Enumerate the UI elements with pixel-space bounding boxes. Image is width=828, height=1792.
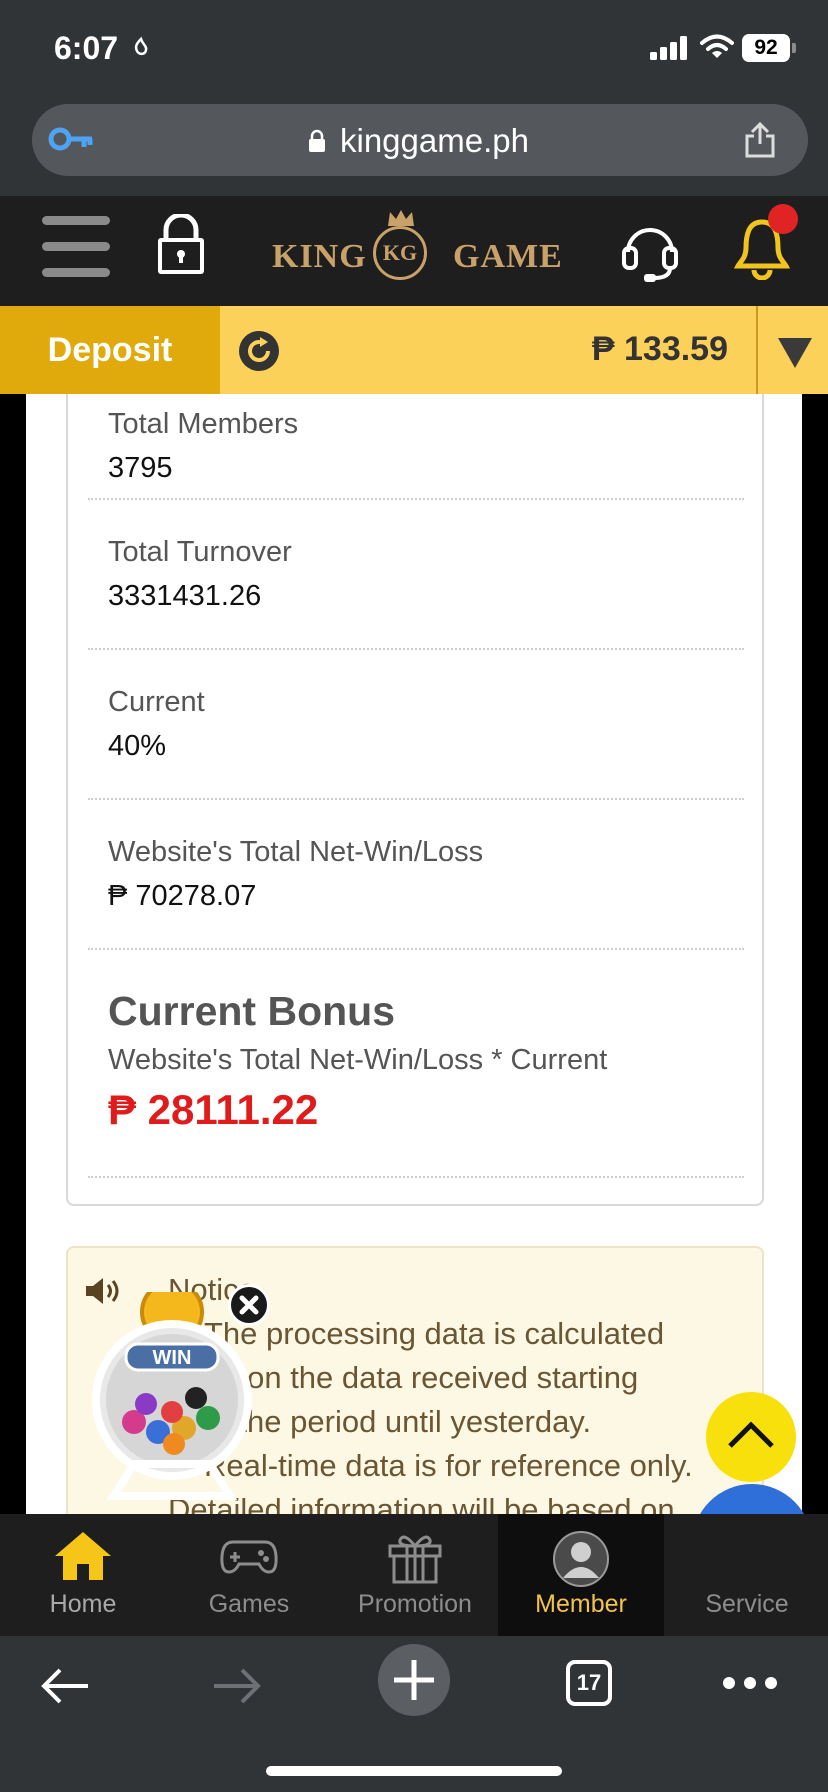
balance-dropdown-button[interactable] bbox=[756, 306, 828, 394]
key-icon[interactable] bbox=[48, 126, 94, 152]
scroll-to-top-button[interactable] bbox=[706, 1392, 796, 1482]
tab-games[interactable]: Games bbox=[166, 1514, 332, 1636]
battery-level: 92 bbox=[742, 34, 790, 62]
status-bar: 6:07 92 bbox=[0, 0, 828, 96]
tab-home[interactable]: Home bbox=[0, 1514, 166, 1636]
stat-net-win-loss: Website's Total Net-Win/Loss ₱ 70278.07 bbox=[88, 800, 744, 950]
notification-badge bbox=[768, 204, 798, 234]
new-tab-button[interactable] bbox=[378, 1644, 450, 1716]
member-icon bbox=[553, 1531, 609, 1587]
battery-cap bbox=[792, 43, 796, 53]
signal-icon bbox=[650, 36, 687, 60]
browser-bottom-toolbar: 17 bbox=[0, 1636, 828, 1792]
home-icon bbox=[55, 1532, 111, 1580]
lock-icon bbox=[309, 129, 325, 152]
balance-amount: ₱ 133.59 bbox=[591, 330, 728, 368]
bonus-title: Current Bonus bbox=[108, 988, 395, 1034]
gamepad-icon bbox=[220, 1540, 278, 1574]
crown-icon bbox=[388, 210, 414, 226]
location-icon bbox=[134, 36, 148, 56]
tab-label: Games bbox=[208, 1590, 290, 1618]
stat-value: ₱ 70278.07 bbox=[108, 880, 257, 912]
current-bonus-section: Current Bonus Website's Total Net-Win/Lo… bbox=[88, 950, 744, 1178]
browser-toolbar: kinggame.ph bbox=[0, 96, 828, 196]
menu-icon[interactable] bbox=[42, 216, 110, 284]
tab-label: Member bbox=[535, 1590, 627, 1618]
stat-total-members: Total Members 3795 bbox=[88, 394, 744, 500]
deposit-button[interactable]: Deposit bbox=[0, 306, 220, 394]
stat-label: Total Members bbox=[108, 408, 299, 440]
gift-icon bbox=[388, 1535, 442, 1584]
stat-label: Total Turnover bbox=[108, 536, 292, 568]
stat-value: 3795 bbox=[108, 452, 173, 484]
chevron-up-icon bbox=[728, 1421, 774, 1448]
tabs-count-button[interactable]: 17 bbox=[566, 1660, 612, 1706]
forward-arrow-icon[interactable] bbox=[212, 1666, 262, 1706]
tab-label: Service bbox=[705, 1590, 789, 1618]
refresh-icon[interactable] bbox=[238, 330, 280, 372]
logo-text-right: GAME bbox=[453, 238, 563, 275]
url-text[interactable]: kinggame.ph bbox=[340, 122, 529, 160]
balance-bar: Deposit ₱ 133.59 bbox=[0, 306, 828, 394]
notice-line: The processing data is calculated bbox=[204, 1316, 665, 1351]
stat-value: 3331431.26 bbox=[108, 580, 262, 612]
share-icon[interactable] bbox=[744, 122, 776, 158]
back-arrow-icon[interactable] bbox=[40, 1666, 90, 1706]
logo-emblem: KG bbox=[373, 226, 427, 280]
tab-service[interactable]: Service bbox=[664, 1514, 828, 1636]
stat-current: Current 40% bbox=[88, 650, 744, 800]
bottom-tab-bar: Home Games Promotion Member Service bbox=[0, 1514, 828, 1636]
tab-label: Promotion bbox=[358, 1590, 472, 1618]
referral-stats-card: Total Members 3795 Total Turnover 333143… bbox=[66, 394, 764, 1206]
close-icon[interactable] bbox=[228, 1284, 270, 1326]
url-bar[interactable]: kinggame.ph bbox=[32, 104, 808, 176]
stat-label: Current bbox=[108, 686, 205, 718]
logo-text-left: KING bbox=[272, 238, 367, 275]
tab-label: Home bbox=[49, 1590, 117, 1618]
bonus-value: ₱ 28111.22 bbox=[108, 1086, 319, 1133]
home-indicator bbox=[266, 1766, 562, 1776]
stat-label: Website's Total Net-Win/Loss bbox=[108, 836, 484, 868]
headset-icon[interactable] bbox=[620, 218, 680, 284]
plus-icon bbox=[394, 1660, 434, 1700]
dropdown-arrow-icon bbox=[778, 338, 812, 368]
bonus-formula: Website's Total Net-Win/Loss * Current bbox=[108, 1044, 608, 1076]
notice-line: Real-time data is for reference only. bbox=[204, 1448, 693, 1483]
win-label: WIN bbox=[153, 1347, 192, 1369]
king-game-logo[interactable]: KING KG GAME bbox=[270, 208, 562, 294]
tab-promotion[interactable]: Promotion bbox=[332, 1514, 498, 1636]
site-header: KING KG GAME bbox=[0, 196, 828, 306]
stat-value: 40% bbox=[108, 730, 167, 762]
tab-member[interactable]: Member bbox=[498, 1514, 664, 1636]
wifi-icon bbox=[700, 34, 734, 58]
stat-total-turnover: Total Turnover 3331431.26 bbox=[88, 500, 744, 650]
padlock-icon[interactable] bbox=[152, 214, 210, 276]
status-time: 6:07 bbox=[54, 30, 119, 66]
more-options-icon[interactable] bbox=[722, 1676, 778, 1690]
